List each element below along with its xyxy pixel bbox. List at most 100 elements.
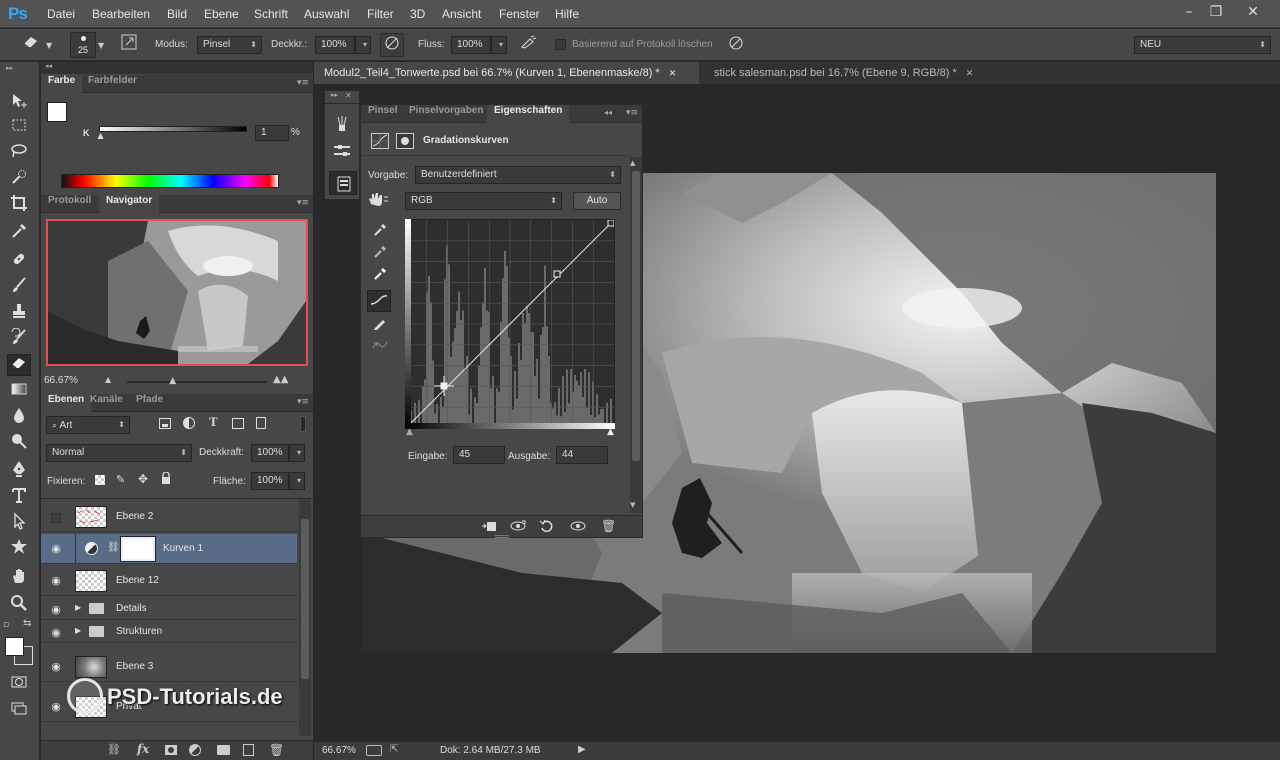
zoom-out-icon[interactable]: ▲ xyxy=(105,375,111,384)
layer-group-row[interactable]: ◉ ▶ Details xyxy=(41,598,297,620)
modus-select[interactable]: Pinsel ⬍ xyxy=(197,36,262,54)
layer-row-selected[interactable]: ◉ ⛓ Kurven 1 xyxy=(41,534,297,564)
sample-white-eyedropper-icon[interactable] xyxy=(369,265,391,287)
hand-tool-icon[interactable] xyxy=(7,567,31,589)
status-share-icon[interactable] xyxy=(366,745,382,756)
eyedropper-tool-icon[interactable] xyxy=(7,222,31,244)
panel-menu-icon[interactable]: ▾≡ xyxy=(626,108,638,118)
menu-ansicht[interactable]: Ansicht xyxy=(442,7,481,21)
menu-bearbeiten[interactable]: Bearbeiten xyxy=(92,7,150,21)
dodge-tool-icon[interactable] xyxy=(7,432,31,454)
close-icon[interactable]: ✕ xyxy=(669,68,677,78)
screen-mode-icon[interactable] xyxy=(7,700,31,722)
clone-stamp-tool-icon[interactable] xyxy=(7,302,31,324)
flaeche-toggle[interactable]: ▾ xyxy=(289,472,305,490)
navigator-zoom-value[interactable]: 66.67% xyxy=(44,375,78,386)
eye-icon[interactable]: ◉ xyxy=(49,603,63,616)
swap-colors-icon[interactable]: ⇆ xyxy=(23,618,31,629)
brush-size-picker[interactable]: 25 xyxy=(70,32,96,58)
layer-name[interactable]: Details xyxy=(116,603,147,614)
airbrush-icon[interactable] xyxy=(517,34,539,56)
layer-row[interactable]: Ebene 2 xyxy=(41,502,297,532)
tab-document-1[interactable]: Modul2_Teil4_Tonwerte.psd bei 66.7% (Kur… xyxy=(314,62,699,84)
protokoll-checkbox[interactable] xyxy=(555,39,566,50)
type-tool-icon[interactable] xyxy=(7,486,31,508)
visibility-toggle-off[interactable] xyxy=(51,513,61,523)
collapse-panels-icon[interactable]: ◂◂ xyxy=(45,62,52,70)
foreground-color-swatch[interactable] xyxy=(5,637,24,656)
layers-scrollbar[interactable] xyxy=(299,499,311,736)
black-point-slider[interactable]: ▲ xyxy=(406,427,413,437)
history-brush-tool-icon[interactable] xyxy=(7,327,31,350)
mask-icon[interactable] xyxy=(396,133,414,149)
auto-button[interactable]: Auto xyxy=(573,192,621,210)
filter-type-icon[interactable]: T xyxy=(209,414,218,430)
filter-pixel-icon[interactable] xyxy=(159,418,171,429)
panel-menu-icon[interactable]: ▾≡ xyxy=(297,78,309,88)
layer-name[interactable]: Ebene 3 xyxy=(116,661,153,672)
deckkraft-input[interactable]: 100% xyxy=(315,36,355,54)
eingabe-input[interactable]: 45 xyxy=(453,446,505,464)
scrollbar-thumb[interactable] xyxy=(301,519,309,679)
add-mask-icon[interactable] xyxy=(165,745,177,755)
ausgabe-input[interactable]: 44 xyxy=(556,446,608,464)
eye-icon[interactable]: ◉ xyxy=(49,626,63,639)
new-group-icon[interactable] xyxy=(217,745,230,755)
menu-auswahl[interactable]: Auswahl xyxy=(304,7,349,21)
k-slider-track[interactable] xyxy=(99,126,247,132)
layer-opacity-input[interactable]: 100% xyxy=(251,444,289,462)
panel-resize-grip[interactable] xyxy=(495,535,509,538)
menu-fenster[interactable]: Fenster xyxy=(499,7,540,21)
vorgabe-select[interactable]: Benutzerdefiniert ⬍ xyxy=(415,166,621,184)
tool-preset-chevron-icon[interactable]: ▼ xyxy=(46,41,52,50)
link-layers-icon[interactable]: ⛓ xyxy=(107,743,121,756)
blend-mode-select[interactable]: Normal ⬍ xyxy=(46,444,192,462)
reset-adjustment-icon[interactable] xyxy=(539,518,555,534)
move-tool-icon[interactable] xyxy=(7,92,31,114)
tab-document-2[interactable]: stick salesman.psd bei 16.7% (Ebene 9, R… xyxy=(704,62,983,84)
panel-menu-icon[interactable]: ▾≡ xyxy=(297,397,309,407)
eraser-tool-icon[interactable] xyxy=(20,34,42,56)
filter-adjustment-icon[interactable] xyxy=(183,417,195,429)
tab-navigator[interactable]: Navigator xyxy=(99,195,160,213)
pressure-opacity-icon[interactable] xyxy=(380,33,404,57)
curve-point[interactable] xyxy=(553,270,561,278)
delete-adjustment-icon[interactable]: 🗑 xyxy=(601,519,616,533)
edit-points-curve-icon[interactable] xyxy=(367,290,391,312)
default-colors-icon[interactable]: ▫ xyxy=(3,620,9,630)
collapse-panel-icon[interactable]: ◂◂ xyxy=(604,108,612,117)
filter-shape-icon[interactable] xyxy=(232,418,244,429)
targeted-adjustment-hand-icon[interactable] xyxy=(367,192,389,214)
eye-icon[interactable]: ◉ xyxy=(49,700,63,713)
new-adjustment-layer-icon[interactable] xyxy=(189,744,201,756)
minimize-button[interactable]: – xyxy=(1176,2,1202,22)
eye-icon[interactable]: ◉ xyxy=(49,542,63,555)
curves-graph[interactable] xyxy=(405,219,615,429)
filter-toggle-switch[interactable] xyxy=(300,416,306,432)
expand-chevron-icon[interactable]: ▶ xyxy=(75,603,81,612)
fluss-slider-toggle[interactable]: ▾ xyxy=(491,36,507,54)
trash-icon[interactable]: 🗑 xyxy=(269,743,284,757)
close-dock-icon[interactable]: ✕ xyxy=(345,91,352,100)
view-previous-state-icon[interactable] xyxy=(509,519,527,533)
status-zoom[interactable]: 66.67% xyxy=(322,745,356,756)
menu-hilfe[interactable]: Hilfe xyxy=(555,7,579,21)
brush-panel-icon[interactable] xyxy=(331,115,353,137)
zoom-in-icon[interactable]: ▲▲ xyxy=(273,374,288,385)
custom-shape-tool-icon[interactable] xyxy=(7,538,31,560)
draw-curve-pencil-icon[interactable] xyxy=(369,315,391,337)
menu-datei[interactable]: Datei xyxy=(47,7,75,21)
gradient-tool-icon[interactable] xyxy=(7,380,31,402)
expand-chevron-icon[interactable]: ▶ xyxy=(75,626,81,635)
layer-row[interactable]: ◉ Ebene 12 xyxy=(41,566,297,596)
collapse-toolbar-icon[interactable]: ▸▸ xyxy=(6,64,13,72)
layer-style-icon[interactable]: fx xyxy=(137,742,149,756)
workspace-select[interactable]: NEU ⬍ xyxy=(1134,36,1271,54)
eye-icon[interactable]: ◉ xyxy=(49,660,63,673)
healing-brush-tool-icon[interactable] xyxy=(7,250,31,272)
eraser-tool-icon[interactable] xyxy=(7,354,31,376)
navigator-zoom-slider[interactable] xyxy=(127,381,267,383)
tab-kanaele[interactable]: Kanäle xyxy=(83,394,130,412)
color-spectrum-bar[interactable] xyxy=(61,174,279,188)
layer-name[interactable]: Ebene 12 xyxy=(116,575,159,586)
